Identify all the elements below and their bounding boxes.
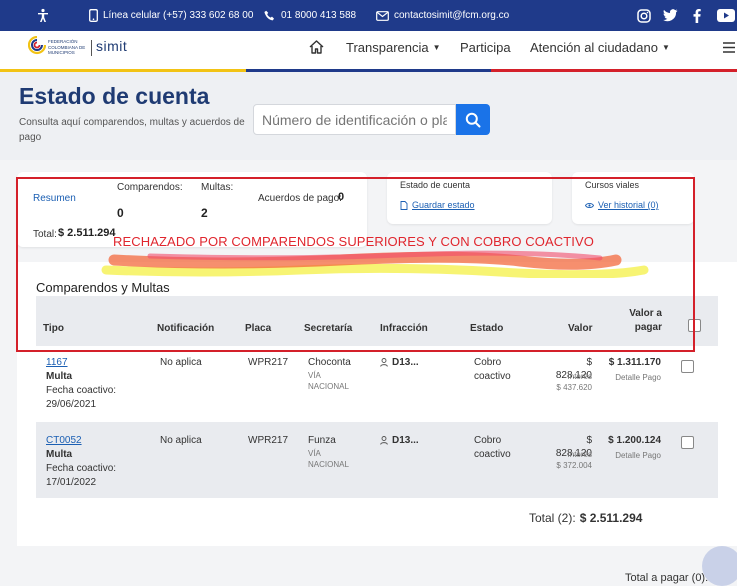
search-input[interactable] (253, 104, 456, 135)
nav-atencion[interactable]: Atención al ciudadano ▼ (530, 31, 670, 63)
nav-atencion-label: Atención al ciudadano (530, 39, 658, 55)
row-secretaria: Choconta (308, 357, 351, 368)
hamburger-menu-icon[interactable] (723, 31, 735, 63)
email-item[interactable]: contactosimit@fcm.org.co (376, 0, 509, 31)
row-id-link[interactable]: 1167 (46, 357, 68, 368)
fcm-logo-text: FEDERACIÓN COLOMBIANA DE MUNICIPIOS (48, 39, 86, 55)
row-placa: WPR217 (248, 357, 289, 368)
page-subtitle: Consulta aquí comparendos, multas y acue… (19, 117, 245, 143)
row-estado: Cobro coactivo (474, 357, 511, 382)
mobile-phone-item[interactable]: Línea celular (+57) 333 602 68 00 (89, 0, 253, 31)
phone-icon (264, 10, 274, 20)
nav-participa[interactable]: Participa (460, 31, 511, 63)
annotation-text: RECHAZADO POR COMPARENDOS SUPERIORES Y C… (113, 234, 594, 249)
chat-assistant-button[interactable] (702, 546, 737, 586)
row-notificacion: No aplica (160, 357, 202, 368)
home-icon[interactable] (309, 31, 324, 63)
table-row: CT0052 Multa Fecha coactivo: 17/01/2022 … (36, 422, 718, 498)
row-interes: $ 437.620 (556, 383, 592, 392)
row-interes: $ 372.004 (556, 461, 592, 470)
caret-down-icon: ▼ (661, 42, 670, 52)
free-line-item[interactable]: 01 8000 413 588 (264, 0, 356, 31)
nav-transparencia[interactable]: Transparencia ▼ (346, 31, 441, 63)
annotation-highlighter-scribble (101, 250, 649, 278)
row-infraccion-code: D13... (392, 435, 419, 446)
nav-transparencia-label: Transparencia (346, 39, 429, 55)
accessibility-icon[interactable] (35, 0, 51, 31)
row-valor-pagar: $ 1.311.170 (608, 357, 661, 368)
table-total: Total (2): $ 2.511.294 (529, 511, 642, 525)
row-fecha-label: Fecha coactivo: (46, 385, 117, 396)
row-fecha-label: Fecha coactivo: (46, 463, 117, 474)
row-checkbox[interactable] (681, 360, 694, 373)
row-placa: WPR217 (248, 435, 289, 446)
youtube-icon[interactable] (717, 0, 735, 31)
row-valor-pagar: $ 1.200.124 (608, 435, 661, 446)
row-tipo: Multa (46, 449, 73, 460)
mail-icon (376, 10, 389, 21)
fcm-logo[interactable]: FEDERACIÓN COLOMBIANA DE MUNICIPIOS (28, 35, 90, 61)
table-row: 1167 Multa Fecha coactivo: 29/06/2021 No… (36, 346, 718, 422)
twitter-icon[interactable] (663, 0, 678, 31)
search-button[interactable] (456, 104, 490, 135)
row-estado: Cobro coactivo (474, 435, 511, 460)
logo-divider (91, 40, 92, 56)
free-line-text: 01 8000 413 588 (281, 10, 357, 21)
row-fecha: 17/01/2022 (46, 477, 97, 488)
row-id-link[interactable]: CT0052 (46, 435, 82, 446)
simit-logo[interactable]: simit (96, 38, 127, 54)
person-icon (380, 436, 388, 445)
table-total-value: $ 2.511.294 (579, 511, 643, 525)
person-icon (380, 358, 388, 367)
grand-total-label: Total a pagar (0): (625, 572, 709, 584)
search-icon (465, 112, 481, 127)
page-header: Estado de cuenta Consulta aquí comparend… (0, 72, 737, 160)
mobile-phone-icon (89, 9, 98, 22)
row-detalle-pago[interactable]: Detalle Pago (602, 449, 661, 462)
page-title: Estado de cuenta (19, 83, 210, 109)
caret-down-icon: ▼ (432, 42, 441, 52)
fcm-emblem-icon (28, 36, 46, 55)
row-notificacion: No aplica (160, 435, 202, 446)
email-text: contactosimit@fcm.org.co (394, 10, 510, 21)
main-navigation: FEDERACIÓN COLOMBIANA DE MUNICIPIOS simi… (0, 31, 737, 69)
row-secretaria-sub: VÍA NACIONAL (308, 371, 349, 391)
row-infraccion-code: D13... (392, 357, 419, 368)
row-fecha: 29/06/2021 (46, 399, 97, 410)
top-contact-bar: Línea celular (+57) 333 602 68 00 01 800… (0, 0, 737, 31)
row-checkbox[interactable] (681, 436, 694, 449)
row-interes-label: Interés (567, 450, 592, 459)
instagram-icon[interactable] (637, 0, 651, 31)
table-total-label: Total (2): (529, 511, 576, 525)
row-infraccion[interactable]: D13... (380, 434, 419, 447)
nav-participa-label: Participa (460, 39, 511, 55)
facebook-icon[interactable] (693, 0, 701, 31)
row-secretaria-sub: VÍA NACIONAL (308, 449, 349, 469)
row-detalle-pago[interactable]: Detalle Pago (602, 371, 661, 384)
row-interes-label: Interés (567, 372, 592, 381)
row-tipo: Multa (46, 371, 73, 382)
mobile-phone-text: Línea celular (+57) 333 602 68 00 (103, 10, 254, 21)
row-infraccion[interactable]: D13... (380, 356, 419, 369)
row-secretaria: Funza (308, 435, 336, 446)
